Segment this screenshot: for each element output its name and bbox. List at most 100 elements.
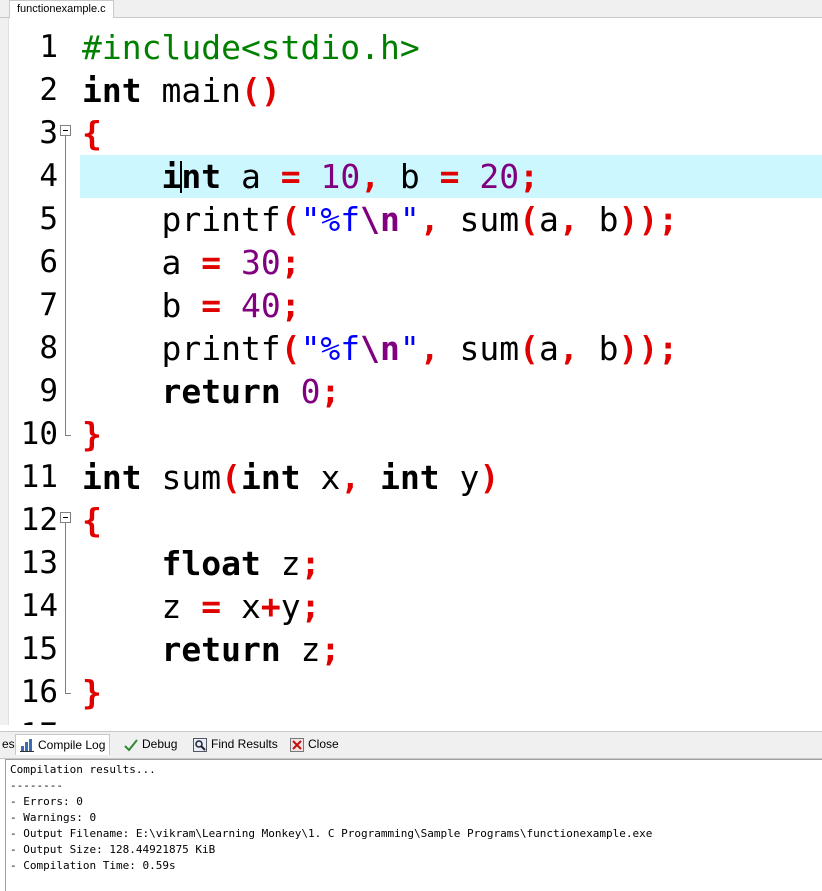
code-line[interactable]: 11 int sum(int x, int y) bbox=[0, 456, 822, 499]
tab-debug[interactable]: Debug bbox=[120, 734, 181, 755]
code-text: #include<stdio.h> bbox=[82, 26, 420, 69]
log-line: - Output Filename: E:\vikram\Learning Mo… bbox=[10, 827, 653, 840]
keyword: int bbox=[360, 458, 440, 497]
tab-compile-log[interactable]: Compile Log bbox=[15, 734, 111, 755]
semicolon: ; bbox=[300, 587, 321, 626]
parens: () bbox=[240, 71, 281, 110]
comma: , bbox=[419, 329, 440, 368]
semicolon: ; bbox=[519, 157, 540, 196]
keyword: return bbox=[161, 630, 281, 669]
log-line: - Compilation Time: 0.59s bbox=[10, 859, 176, 872]
code-text: float z; bbox=[82, 542, 320, 585]
fold-end-marker bbox=[65, 435, 71, 436]
comma: , bbox=[340, 458, 361, 497]
code-line[interactable]: 1 #include<stdio.h> bbox=[0, 26, 822, 69]
tab-close[interactable]: Close bbox=[286, 734, 343, 755]
code-editor[interactable]: 1 #include<stdio.h> 2 int main() 3 { 4 i… bbox=[0, 18, 822, 725]
code-line[interactable]: 16 } bbox=[0, 671, 822, 714]
code-line[interactable]: 17 bbox=[0, 714, 822, 725]
line-number: 8 bbox=[39, 330, 58, 366]
parens: )) bbox=[618, 329, 659, 368]
comma: , bbox=[360, 157, 381, 196]
open-brace: { bbox=[82, 114, 102, 153]
code-line[interactable]: 10 } bbox=[0, 413, 822, 456]
tab-find-results[interactable]: Find Results bbox=[189, 734, 282, 755]
string-literal: " bbox=[399, 329, 420, 368]
function-call: printf bbox=[82, 200, 281, 239]
comma: , bbox=[419, 200, 440, 239]
tab-label: es bbox=[2, 737, 15, 751]
comma: , bbox=[558, 200, 579, 239]
line-number: 11 bbox=[20, 459, 58, 495]
code-line[interactable]: 12 { bbox=[0, 499, 822, 542]
log-line: - Warnings: 0 bbox=[10, 811, 97, 824]
identifier: a bbox=[82, 243, 202, 282]
operator: = bbox=[201, 243, 222, 282]
close-icon bbox=[290, 737, 304, 752]
function-call: sum bbox=[439, 329, 520, 368]
paren: ( bbox=[519, 200, 540, 239]
code-line-active[interactable]: 4 int a = 10, b = 20; bbox=[0, 155, 822, 198]
code-line[interactable]: 5 printf("%f\n", sum(a, b)); bbox=[0, 198, 822, 241]
line-number: 15 bbox=[20, 631, 58, 667]
code-line[interactable]: 9 return 0; bbox=[0, 370, 822, 413]
identifier: sum bbox=[141, 458, 222, 497]
tab-label: Debug bbox=[142, 737, 178, 751]
code-text: } bbox=[82, 413, 102, 456]
bar-chart-icon bbox=[20, 738, 34, 752]
code-line[interactable]: 15 return z; bbox=[0, 628, 822, 671]
fold-collapse-icon[interactable] bbox=[60, 512, 71, 523]
file-tab[interactable]: functionexample.c bbox=[9, 0, 114, 18]
number-literal: 30 bbox=[221, 243, 281, 282]
function-call: sum bbox=[439, 200, 520, 239]
preprocessor-directive: #include<stdio.h> bbox=[82, 28, 420, 67]
tab-label: Find Results bbox=[211, 737, 278, 751]
escape-sequence: \n bbox=[360, 329, 400, 368]
paren: ( bbox=[280, 329, 301, 368]
identifier: y bbox=[439, 458, 480, 497]
bottom-panel-tabs: es Compile Log Debug Find Results Close bbox=[0, 731, 822, 759]
line-number: 16 bbox=[20, 674, 58, 710]
keyword: int bbox=[82, 71, 142, 110]
code-text: int sum(int x, int y) bbox=[82, 456, 499, 499]
code-text: int main() bbox=[82, 69, 281, 112]
identifier: a bbox=[539, 329, 559, 368]
code-text: return 0; bbox=[82, 370, 340, 413]
fold-collapse-icon[interactable] bbox=[60, 125, 71, 136]
parens: )) bbox=[618, 200, 659, 239]
line-number: 13 bbox=[20, 545, 58, 581]
tab-label: Close bbox=[308, 737, 339, 751]
file-tab-bar: functionexample.c bbox=[0, 0, 822, 18]
code-line[interactable]: 7 b = 40; bbox=[0, 284, 822, 327]
line-number: 12 bbox=[20, 502, 58, 538]
string-literal: "%f bbox=[300, 329, 361, 368]
identifier: a bbox=[221, 157, 281, 196]
comma: , bbox=[558, 329, 579, 368]
semicolon: ; bbox=[658, 200, 679, 239]
code-line[interactable]: 3 { bbox=[0, 112, 822, 155]
file-tab-label: functionexample.c bbox=[17, 3, 106, 15]
code-text: { bbox=[82, 499, 102, 542]
close-brace: } bbox=[82, 673, 102, 712]
line-number: 3 bbox=[39, 115, 58, 151]
compile-log-output[interactable]: Compilation results... -------- - Errors: … bbox=[5, 759, 822, 891]
identifier: b bbox=[578, 329, 619, 368]
code-line[interactable]: 8 printf("%f\n", sum(a, b)); bbox=[0, 327, 822, 370]
log-line: - Output Size: 128.44921875 KiB bbox=[10, 843, 216, 856]
semicolon: ; bbox=[320, 372, 341, 411]
code-line[interactable]: 14 z = x+y; bbox=[0, 585, 822, 628]
line-number: 9 bbox=[39, 373, 58, 409]
semicolon: ; bbox=[280, 286, 301, 325]
code-line[interactable]: 2 int main() bbox=[0, 69, 822, 112]
code-line[interactable]: 6 a = 30; bbox=[0, 241, 822, 284]
identifier: a bbox=[539, 200, 559, 239]
paren: ( bbox=[221, 458, 241, 497]
keyword: float bbox=[161, 544, 261, 583]
identifier: z bbox=[280, 630, 321, 669]
code-line[interactable]: 13 float z; bbox=[0, 542, 822, 585]
identifier: main bbox=[141, 71, 241, 110]
identifier: z bbox=[260, 544, 301, 583]
